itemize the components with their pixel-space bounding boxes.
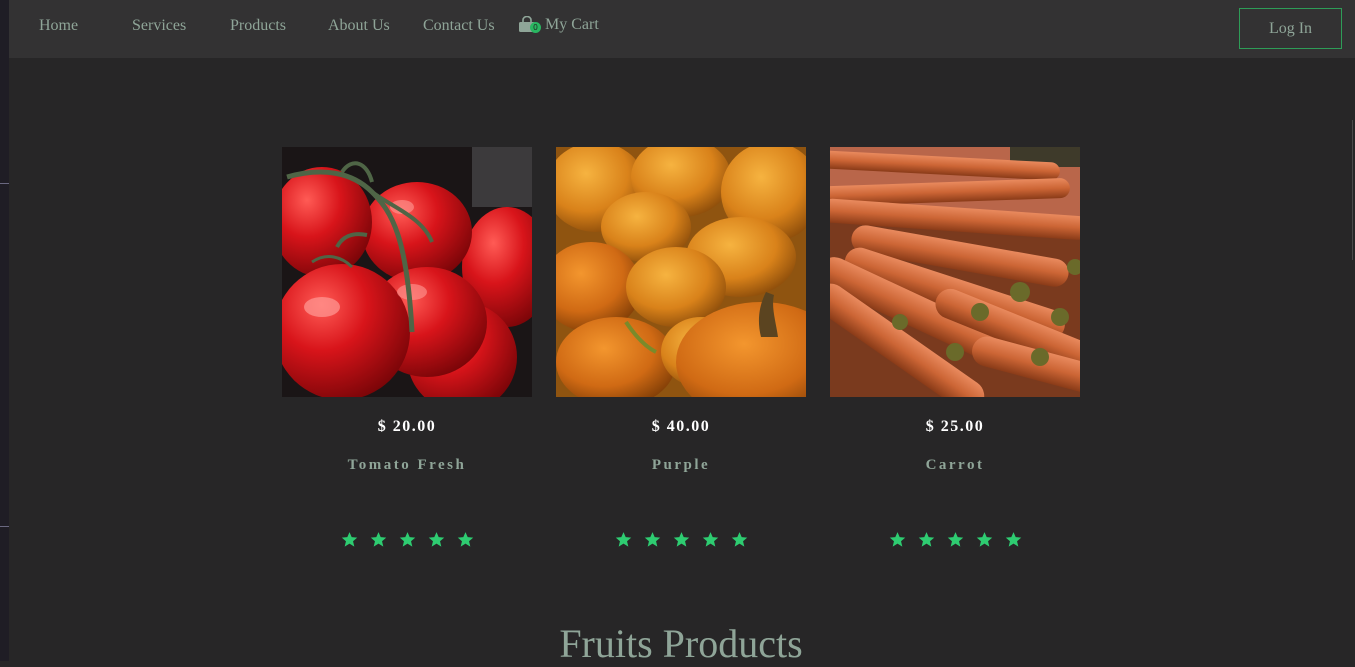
product-name[interactable]: Tomato Fresh bbox=[282, 457, 532, 474]
carrot-image[interactable] bbox=[830, 147, 1080, 397]
star-icon bbox=[731, 532, 747, 547]
cart-label: My Cart bbox=[545, 16, 599, 33]
star-icon bbox=[673, 532, 689, 547]
product-price: $ 25.00 bbox=[925, 418, 985, 435]
star-icon bbox=[976, 532, 992, 547]
edge-tick bbox=[0, 183, 9, 184]
star-icon bbox=[341, 532, 357, 547]
product-card: $ 20.00 Tomato Fresh bbox=[282, 147, 532, 547]
shopping-bag-icon: 0 bbox=[518, 15, 541, 34]
star-icon bbox=[644, 532, 660, 547]
my-cart-link[interactable]: 0 My Cart bbox=[518, 15, 599, 34]
edge-tick bbox=[0, 526, 9, 527]
tomato-image[interactable] bbox=[282, 147, 532, 397]
star-icon bbox=[615, 532, 631, 547]
nav-home[interactable]: Home bbox=[39, 17, 78, 35]
product-price: $ 20.00 bbox=[377, 418, 437, 435]
star-icon bbox=[370, 532, 386, 547]
star-icon bbox=[889, 532, 905, 547]
star-icon bbox=[428, 532, 444, 547]
nav-products[interactable]: Products bbox=[230, 17, 286, 35]
nav-services[interactable]: Services bbox=[132, 17, 186, 35]
product-card: $ 25.00 Carrot bbox=[830, 147, 1080, 547]
section-title: Fruits Products bbox=[559, 621, 803, 666]
star-icon bbox=[399, 532, 415, 547]
product-name[interactable]: Purple bbox=[556, 457, 806, 474]
top-navbar: Home Services Products About Us Contact … bbox=[9, 0, 1355, 58]
star-icon bbox=[947, 532, 963, 547]
rating-stars bbox=[556, 531, 806, 548]
left-edge-strip bbox=[0, 0, 9, 661]
star-icon bbox=[1005, 532, 1021, 547]
rating-stars bbox=[830, 531, 1080, 548]
star-icon bbox=[918, 532, 934, 547]
star-icon bbox=[457, 532, 473, 547]
product-name[interactable]: Carrot bbox=[830, 457, 1080, 474]
pumpkin-image[interactable] bbox=[556, 147, 806, 397]
nav-contact-us[interactable]: Contact Us bbox=[423, 17, 495, 35]
product-price: $ 40.00 bbox=[651, 418, 711, 435]
login-button[interactable]: Log In bbox=[1239, 8, 1342, 49]
cart-count-badge: 0 bbox=[530, 22, 541, 33]
right-edge-line bbox=[1352, 120, 1353, 260]
rating-stars bbox=[282, 531, 532, 548]
product-card: $ 40.00 Purple bbox=[556, 147, 806, 547]
star-icon bbox=[702, 532, 718, 547]
nav-about-us[interactable]: About Us bbox=[328, 17, 390, 35]
